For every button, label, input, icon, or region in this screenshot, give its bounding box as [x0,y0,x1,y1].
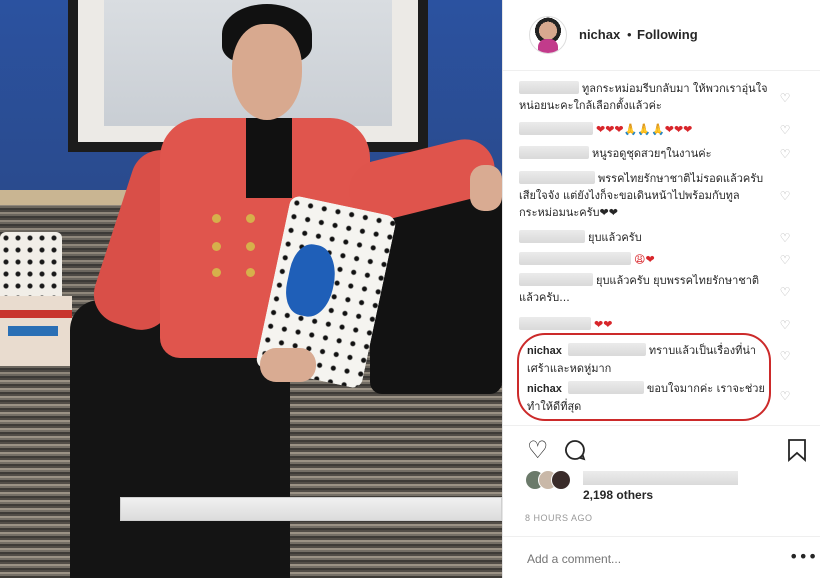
redacted-username [519,122,593,135]
reply-item: nichax ทราบแล้วเป็นเรื่องที่น่าเศร้าและหด… [527,342,767,377]
photo-person-face [232,24,302,120]
header-separator: • [627,27,632,42]
comment-like-heart-icon[interactable]: ♡ [779,190,791,202]
comment-item: 😩❤ [519,251,777,268]
avatar[interactable] [529,16,567,54]
heart-icon[interactable]: ♡ [527,438,549,462]
comment-text: ❤❤ [594,318,613,331]
comment-item: หนูรอดูชุดสวยๆในงานค่ะ [519,145,777,162]
redacted-mention [567,381,644,394]
comment-like-heart-icon[interactable]: ♡ [779,254,791,266]
bookmark-icon[interactable] [787,438,807,466]
photo-person-hand [470,165,502,211]
reply-username[interactable]: nichax [527,383,562,395]
photo-person-turtleneck [246,118,292,198]
header-username[interactable]: nichax [579,27,620,42]
comment-like-heart-icon[interactable]: ♡ [779,286,791,298]
reply-text: ขอบใจมากค่ะ เราจะช่วยทำให้ดีที่สุด [527,382,765,413]
redacted-username [519,252,631,265]
comment-item: ทูลกระหม่อมรีบกลับมา ให้พวกเราอุ่นใจหน่อ… [519,80,777,114]
photo-pillow-patterned [0,296,72,366]
reply-username[interactable]: nichax [527,345,562,357]
redacted-username [519,273,593,286]
comment-text: 😩❤ [634,253,655,266]
comment-icon[interactable] [563,438,587,466]
redacted-liker-names [583,471,738,485]
comment-item: ยุบแล้วครับ [519,229,777,246]
comment-like-heart-icon[interactable]: ♡ [779,232,791,244]
photo-person-hand-lap [260,348,316,382]
reply-item: nichax ขอบใจมากค่ะ เราจะช่วยทำให้ดีที่สุด [527,380,767,415]
comment-item: ❤❤ [519,316,777,333]
comment-like-heart-icon[interactable]: ♡ [779,148,791,160]
post-header: nichax • Following [503,0,820,71]
comment-text: ยุบแล้วครับ [588,231,642,244]
redacted-username [519,146,589,159]
comment-text: หนูรอดูชุดสวยๆในงานค่ะ [592,147,712,160]
comment-like-heart-icon[interactable]: ♡ [779,92,791,104]
redacted-username [519,230,585,243]
comment-like-heart-icon[interactable]: ♡ [779,390,791,402]
comment-item: ยุบแล้วครับ ยุบพรรคไทยรักษาชาติแล้วครับ.… [519,272,777,306]
follow-status-button[interactable]: Following [637,27,698,42]
redacted-username [519,81,579,94]
comment-like-heart-icon[interactable]: ♡ [779,350,791,362]
comment-item: พรรคไทยรักษาชาติไม่รอดแล้วครับ เสียใจจัง… [519,170,777,221]
comment-text: ❤❤❤🙏🙏🙏❤❤❤ [596,123,693,136]
post-timestamp[interactable]: 8 HOURS AGO [525,513,593,523]
add-comment-input[interactable] [525,551,769,567]
photo-redacted-caption [120,497,502,521]
instagram-post: nichax • Following ทูลกระหม่อมรีบกลับมา … [0,0,820,578]
comment-like-heart-icon[interactable]: ♡ [779,319,791,331]
post-photo[interactable] [0,0,502,578]
post-side-panel: nichax • Following ทูลกระหม่อมรีบกลับมา … [502,0,820,578]
likes-count[interactable]: 2,198 others [583,488,653,502]
add-comment-bar: ••• [503,536,820,579]
comment-item: ❤❤❤🙏🙏🙏❤❤❤ [519,121,777,138]
redacted-mention [567,343,646,356]
avatar [551,470,571,490]
post-actions: ♡ [503,425,820,474]
redacted-username [519,171,595,184]
redacted-username [519,317,591,330]
comment-like-heart-icon[interactable]: ♡ [779,124,791,136]
more-options-icon[interactable]: ••• [789,547,817,566]
